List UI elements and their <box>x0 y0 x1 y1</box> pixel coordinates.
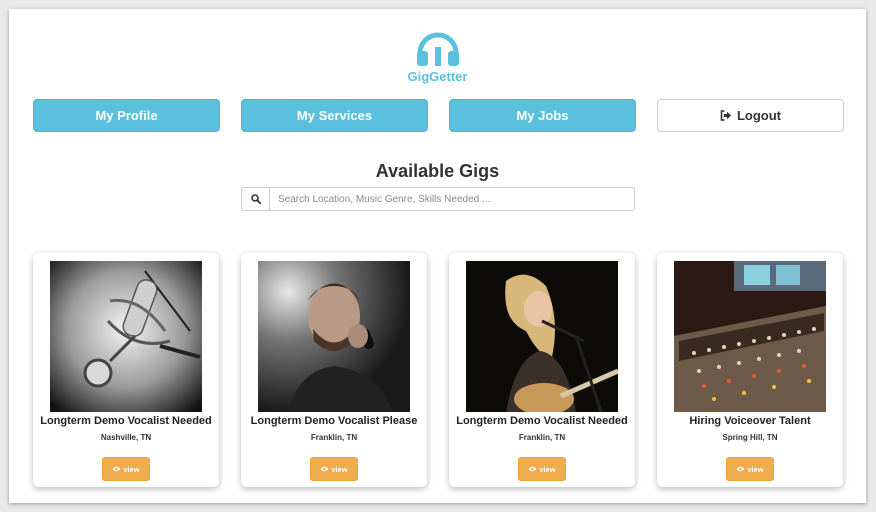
view-button[interactable]: view <box>310 457 358 481</box>
view-button[interactable]: view <box>726 457 774 481</box>
gig-title: Longterm Demo Vocalist Needed <box>456 415 628 427</box>
view-label: view <box>747 464 764 474</box>
page-title: Available Gigs <box>375 161 500 181</box>
app-name: GigGetter <box>407 69 468 84</box>
gig-card: Longterm Demo Vocalist Needed Nashville,… <box>33 253 219 487</box>
female-guitarist-singer-photo <box>466 261 618 412</box>
gig-card: Longterm Demo Vocalist Please Franklin, … <box>241 253 427 487</box>
gig-location: Spring Hill, TN <box>722 433 778 442</box>
gig-title: Hiring Voiceover Talent <box>689 415 811 427</box>
view-button[interactable]: view <box>102 457 150 481</box>
eye-icon <box>320 466 329 472</box>
my-services-button[interactable]: My Services <box>241 99 428 132</box>
view-button[interactable]: view <box>518 457 566 481</box>
eye-icon <box>112 466 121 472</box>
gig-location: Franklin, TN <box>310 433 358 442</box>
male-singer-photo <box>258 261 410 412</box>
gig-location: Franklin, TN <box>518 433 566 442</box>
gig-card: Longterm Demo Vocalist Needed Franklin, … <box>449 253 635 487</box>
headphones-icon <box>416 32 459 66</box>
gig-list: Longterm Demo Vocalist Needed Nashville,… <box>33 253 843 487</box>
search-input[interactable] <box>269 187 635 211</box>
gig-location: Nashville, TN <box>100 433 152 442</box>
my-jobs-button[interactable]: My Jobs <box>449 99 636 132</box>
search-addon[interactable] <box>241 187 269 211</box>
gig-title: Longterm Demo Vocalist Needed <box>40 415 212 427</box>
sign-out-icon <box>720 110 732 121</box>
view-label: view <box>539 464 556 474</box>
search-bar <box>241 187 635 211</box>
gig-title: Longterm Demo Vocalist Please <box>250 415 418 427</box>
logout-button[interactable]: Logout <box>657 99 844 132</box>
main-nav: My Profile My Services My Jobs Logout <box>33 99 844 132</box>
eye-icon <box>736 466 745 472</box>
mixing-console-photo <box>674 261 826 412</box>
view-label: view <box>331 464 348 474</box>
search-icon <box>250 194 261 204</box>
app-window: GigGetter My Profile My Services My Jobs… <box>9 9 866 503</box>
app-logo[interactable]: GigGetter <box>9 27 866 84</box>
my-profile-button[interactable]: My Profile <box>33 99 220 132</box>
logout-label: Logout <box>736 108 782 123</box>
eye-icon <box>528 466 537 472</box>
gig-card: Hiring Voiceover Talent Spring Hill, TN … <box>657 253 843 487</box>
studio-microphone-photo <box>50 261 202 412</box>
view-label: view <box>123 464 140 474</box>
